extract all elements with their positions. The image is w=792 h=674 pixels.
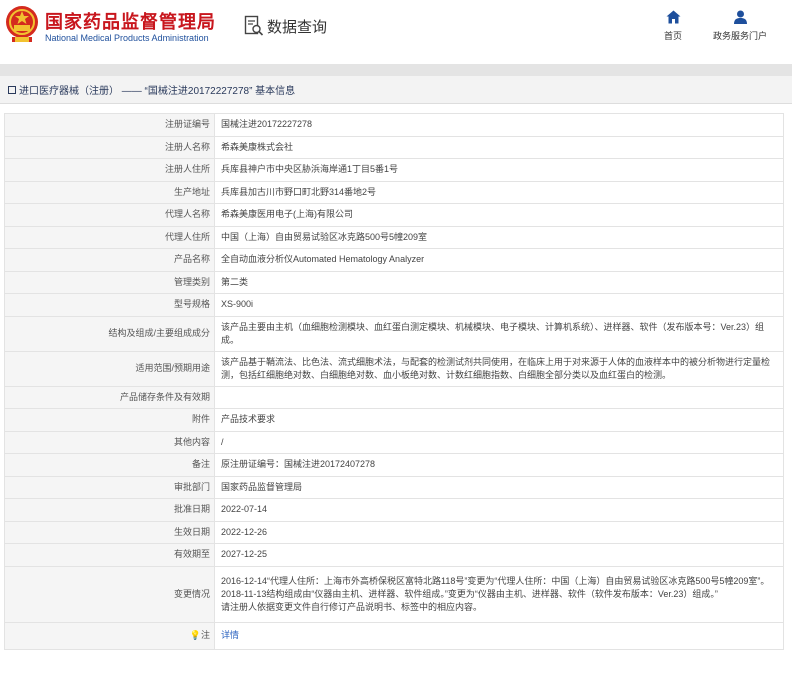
field-label: 代理人住所: [4, 225, 215, 249]
field-label: 结构及组成/主要组成成分: [4, 315, 215, 352]
field-label: 批准日期: [4, 498, 215, 522]
field-value: 2022-12-26: [214, 520, 784, 544]
field-label: 型号规格: [4, 293, 215, 317]
nav-gov-label: 政务服务门户: [712, 31, 767, 41]
table-row: 附件 产品技术要求: [4, 408, 784, 432]
table-row: 注册证编号 国械注进20172227278: [4, 113, 784, 137]
table-row: 备注 原注册证编号：国械注进20172407278: [4, 453, 784, 477]
field-label: 生产地址: [4, 180, 215, 204]
nav-home[interactable]: 首页: [656, 10, 690, 42]
table-row: 型号规格 XS-900i: [4, 293, 784, 317]
field-value: 2022-07-14: [214, 498, 784, 522]
field-label: 注册人名称: [4, 135, 215, 159]
field-label: 💡注: [4, 621, 215, 650]
national-emblem-icon: [6, 6, 38, 42]
breadcrumb-text: 进口医疗器械（注册） —— “国械注进20172227278” 基本信息: [19, 86, 296, 97]
table-row: 适用范围/预期用途 该产品基于鞘流法、比色法、流式细胞术法，与配套的检测试剂共同…: [4, 350, 784, 387]
user-icon: [733, 10, 747, 24]
data-query-link[interactable]: 数据查询: [244, 14, 327, 38]
table-row: 审批部门 国家药品监督管理局: [4, 475, 784, 499]
field-value: /: [214, 430, 784, 454]
header-divider: [0, 64, 792, 76]
table-row: 注册人名称 希森美康株式会社: [4, 135, 784, 159]
nav-home-label: 首页: [663, 31, 682, 41]
nav-gov-portal[interactable]: 政务服务门户: [708, 10, 772, 42]
detail-table: 注册证编号 国械注进20172227278 注册人名称 希森美康株式会社 注册人…: [4, 113, 784, 650]
table-row: 结构及组成/主要组成成分 该产品主要由主机（血细胞检测模块、血红蛋白测定模块、机…: [4, 315, 784, 352]
field-value: 希森美康株式会社: [214, 135, 784, 159]
breadcrumb: 进口医疗器械（注册） —— “国械注进20172227278” 基本信息: [0, 76, 792, 104]
field-value: XS-900i: [214, 293, 784, 317]
field-value: 国械注进20172227278: [214, 113, 784, 137]
field-value: 该产品基于鞘流法、比色法、流式细胞术法，与配套的检测试剂共同使用，在临床上用于对…: [214, 350, 784, 387]
data-query-label: 数据查询: [267, 18, 328, 36]
field-value: 中国（上海）自由贸易试验区冰克路500号5幢209室: [214, 225, 784, 249]
table-row: 管理类别 第二类: [4, 270, 784, 294]
lightbulb-icon: 💡: [189, 630, 201, 640]
field-label: 审批部门: [4, 475, 215, 499]
field-value: 产品技术要求: [214, 408, 784, 432]
field-value: 第二类: [214, 270, 784, 294]
field-value: 详情: [214, 621, 784, 650]
field-label: 附件: [4, 408, 215, 432]
field-value: 国家药品监督管理局: [214, 475, 784, 499]
change-notice-text: 请注册人依据变更文件自行修订产品说明书、标签中的相应内容。: [221, 601, 483, 612]
table-row: 代理人住所 中国（上海）自由贸易试验区冰克路500号5幢209室: [4, 225, 784, 249]
field-value: 兵库县神户市中央区胁浜海岸通1丁目5番1号: [214, 158, 784, 182]
table-row: 变更情况 2016-12-14“代理人住所：上海市外高桥保税区富特北路118号”…: [4, 565, 784, 623]
table-row: 代理人名称 希森美康医用电子(上海)有限公司: [4, 203, 784, 227]
field-value: 该产品主要由主机（血细胞检测模块、血红蛋白测定模块、机械模块、电子模块、计算机系…: [214, 315, 784, 352]
field-label: 管理类别: [4, 270, 215, 294]
table-row: 生产地址 兵库县加古川市野口町北野314番地2号: [4, 180, 784, 204]
field-value: 兵库县加古川市野口町北野314番地2号: [214, 180, 784, 204]
field-label: 变更情况: [4, 565, 215, 623]
table-row: 产品名称 全自动血液分析仪Automated Hematology Analyz…: [4, 248, 784, 272]
field-label: 代理人名称: [4, 203, 215, 227]
home-icon: [666, 10, 680, 24]
field-value: 希森美康医用电子(上海)有限公司: [214, 203, 784, 227]
document-search-icon: [244, 15, 264, 36]
table-row: 有效期至 2027-12-25: [4, 543, 784, 567]
field-value: [214, 385, 784, 409]
change-history-text: 2016-12-14“代理人住所：上海市外高桥保税区富特北路118号”变更为“代…: [221, 575, 770, 599]
field-value: 2016-12-14“代理人住所：上海市外高桥保税区富特北路118号”变更为“代…: [214, 565, 784, 623]
field-label: 备注: [4, 453, 215, 477]
table-row: 其他内容 /: [4, 430, 784, 454]
table-row: 产品储存条件及有效期: [4, 385, 784, 409]
table-row: 💡注 详情: [4, 621, 784, 650]
field-label: 其他内容: [4, 430, 215, 454]
org-name-en: National Medical Products Administration: [45, 33, 209, 43]
table-row: 生效日期 2022-12-26: [4, 520, 784, 544]
breadcrumb-square-icon: [8, 85, 16, 94]
field-label: 注册人住所: [4, 158, 215, 182]
field-label: 产品储存条件及有效期: [4, 385, 215, 409]
field-value: 原注册证编号：国械注进20172407278: [214, 453, 784, 477]
field-label: 有效期至: [4, 543, 215, 567]
details-link[interactable]: 详情: [221, 630, 239, 640]
table-row: 批准日期 2022-07-14: [4, 498, 784, 522]
note-label: 注: [200, 630, 210, 640]
field-value: 2027-12-25: [214, 543, 784, 567]
field-value: 全自动血液分析仪Automated Hematology Analyzer: [214, 248, 784, 272]
table-row: 注册人住所 兵库县神户市中央区胁浜海岸通1丁目5番1号: [4, 158, 784, 182]
field-label: 产品名称: [4, 248, 215, 272]
field-label: 适用范围/预期用途: [4, 350, 215, 387]
field-label: 生效日期: [4, 520, 215, 544]
org-name-cn: 国家药品监督管理局: [45, 12, 216, 32]
field-label: 注册证编号: [4, 113, 215, 137]
site-header: 国家药品监督管理局 National Medical Products Admi…: [0, 0, 792, 58]
